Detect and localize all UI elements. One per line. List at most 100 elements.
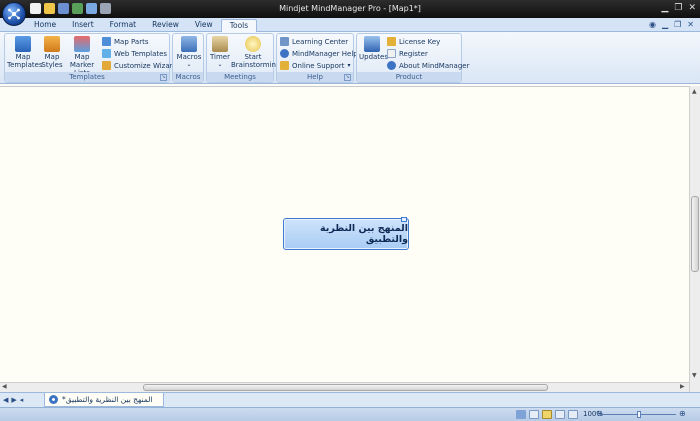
tab-view[interactable]: View — [187, 19, 221, 32]
scroll-right-icon[interactable]: ▶ — [680, 383, 685, 390]
group-label-help: Help — [277, 72, 353, 82]
scroll-left-icon[interactable]: ◀ — [2, 383, 7, 390]
chevron-down-icon: ⌄ — [186, 61, 192, 68]
zoom-slider[interactable] — [602, 411, 676, 418]
map-marker-lists-icon — [74, 36, 90, 52]
map-marker-lists-button[interactable]: Map Marker Lists — [63, 36, 101, 77]
map-templates-button[interactable]: Map Templates — [7, 36, 43, 69]
online-support-icon — [280, 61, 289, 70]
map-parts-icon — [102, 37, 111, 46]
view-gantt-icon[interactable] — [555, 410, 565, 419]
help-icon[interactable]: ◉ — [649, 20, 656, 29]
web-templates-button[interactable]: Web Templates — [102, 48, 167, 59]
scroll-down-icon[interactable]: ▼ — [692, 372, 697, 379]
app-orb-button[interactable] — [2, 2, 26, 26]
learning-center-icon — [280, 37, 289, 46]
web-templates-label: Web Templates — [114, 49, 168, 58]
status-view-icons — [516, 410, 578, 419]
ribbon-close-icon[interactable]: ✕ — [687, 20, 694, 29]
ribbon-right-controls: ◉ ▁ ❐ ✕ — [649, 20, 694, 29]
ribbon-restore-icon[interactable]: ❐ — [674, 20, 681, 29]
horizontal-scrollbar[interactable]: ◀ ▶ — [0, 382, 689, 392]
map-document-icon — [49, 395, 58, 404]
ribbon: Map Templates Map Styles Map Marker List… — [0, 32, 700, 84]
updates-button[interactable]: Updates — [359, 36, 388, 61]
filter-icon[interactable] — [516, 410, 526, 419]
central-topic[interactable]: المنهج بين النظرية والتطبيق — [283, 217, 409, 250]
timer-button[interactable]: Timer ⌄ — [209, 36, 231, 69]
map-parts-label: Map Parts — [114, 37, 149, 46]
view-outline-icon[interactable] — [542, 410, 552, 419]
timer-label: Timer — [209, 53, 230, 61]
macros-button[interactable]: Macros ⌄ — [175, 36, 203, 69]
register-button[interactable]: Register — [387, 48, 428, 59]
map-styles-label: Map Styles — [41, 53, 63, 69]
zoom-in-icon[interactable]: ⊕ — [679, 409, 686, 418]
tab-review[interactable]: Review — [144, 19, 187, 32]
document-tab[interactable]: المنهج بين النظرية والتطبيق* — [44, 393, 164, 407]
macros-icon — [181, 36, 197, 52]
maximize-icon[interactable]: ❐ — [674, 3, 682, 13]
group-macros: Macros ⌄ Macros — [172, 33, 204, 83]
vertical-scroll-thumb[interactable] — [691, 196, 699, 272]
tab-next-icon[interactable]: ▶ — [11, 396, 16, 404]
about-button[interactable]: About MindManager — [387, 60, 469, 71]
group-label-meetings: Meetings — [207, 72, 273, 82]
map-parts-button[interactable]: Map Parts — [102, 36, 148, 47]
tab-list-icon[interactable]: ◂ — [20, 396, 24, 404]
online-support-button[interactable]: Online Support ▾ — [280, 60, 351, 71]
view-normal-icon[interactable] — [529, 410, 539, 419]
wizard-icon — [102, 61, 111, 70]
help-circle-icon — [280, 49, 289, 58]
chevron-down-icon: ⌄ — [217, 61, 223, 68]
tab-navigation: ◀ ▶ ◂ — [3, 396, 23, 404]
group-label-templates: Templates — [5, 72, 169, 82]
topic-handle[interactable] — [401, 217, 407, 222]
central-topic-text: المنهج بين النظرية والتطبيق — [320, 223, 408, 245]
register-icon — [387, 49, 396, 58]
customize-wizard-label: Customize Wizard — [114, 61, 177, 70]
scroll-up-icon[interactable]: ▲ — [692, 88, 697, 95]
vertical-scrollbar[interactable]: ▲ ▼ — [689, 86, 700, 392]
learning-center-label: Learning Center — [292, 37, 349, 46]
ribbon-tabs: Home Insert Format Review View Tools — [26, 19, 258, 32]
ribbon-minimize-icon[interactable]: ▁ — [662, 20, 668, 29]
tab-tools[interactable]: Tools — [220, 19, 258, 32]
horizontal-scroll-thumb[interactable] — [143, 384, 548, 391]
about-label: About MindManager — [399, 61, 470, 70]
tab-insert[interactable]: Insert — [64, 19, 102, 32]
map-styles-button[interactable]: Map Styles — [39, 36, 65, 69]
group-help: Learning Center MindManager Help Online … — [276, 33, 358, 83]
mindmanager-help-label: MindManager Help — [292, 49, 358, 58]
help-dialog-launcher[interactable]: ↘ — [344, 74, 351, 81]
minimize-icon[interactable]: ▁ — [661, 3, 668, 13]
lightbulb-icon — [245, 36, 261, 52]
online-support-label: Online Support — [292, 61, 345, 70]
info-icon — [387, 61, 396, 70]
hourglass-icon — [212, 36, 228, 52]
view-fit-icon[interactable] — [568, 410, 578, 419]
mindmanager-help-button[interactable]: MindManager Help — [280, 48, 358, 59]
tab-prev-icon[interactable]: ◀ — [3, 396, 8, 404]
license-key-label: License Key — [399, 37, 441, 46]
templates-dialog-launcher[interactable]: ↘ — [160, 74, 167, 81]
ribbon-tabs-row: Home Insert Format Review View Tools ◉ ▁… — [0, 18, 700, 32]
start-brainstorming-button[interactable]: Start Brainstorming — [231, 36, 280, 69]
document-tabs-bar: ◀ ▶ ◂ المنهج بين النظرية والتطبيق* — [0, 392, 700, 407]
updates-icon — [364, 36, 380, 52]
mindmanager-logo-icon — [8, 8, 20, 20]
map-templates-icon — [15, 36, 31, 52]
zoom-slider-knob[interactable] — [637, 411, 641, 418]
learning-center-button[interactable]: Learning Center — [280, 36, 348, 47]
customize-wizard-button[interactable]: Customize Wizard — [102, 60, 177, 71]
web-templates-icon — [102, 49, 111, 58]
close-icon[interactable]: ✕ — [688, 3, 696, 13]
group-label-product: Product — [357, 72, 461, 82]
start-brainstorming-label: Start Brainstorming — [231, 53, 281, 69]
tab-format[interactable]: Format — [102, 19, 144, 32]
group-product: Updates License Key Register About MindM… — [356, 33, 469, 83]
tab-home[interactable]: Home — [26, 19, 64, 32]
register-label: Register — [399, 49, 428, 58]
license-key-button[interactable]: License Key — [387, 36, 440, 47]
macros-label: Macros — [176, 53, 202, 61]
